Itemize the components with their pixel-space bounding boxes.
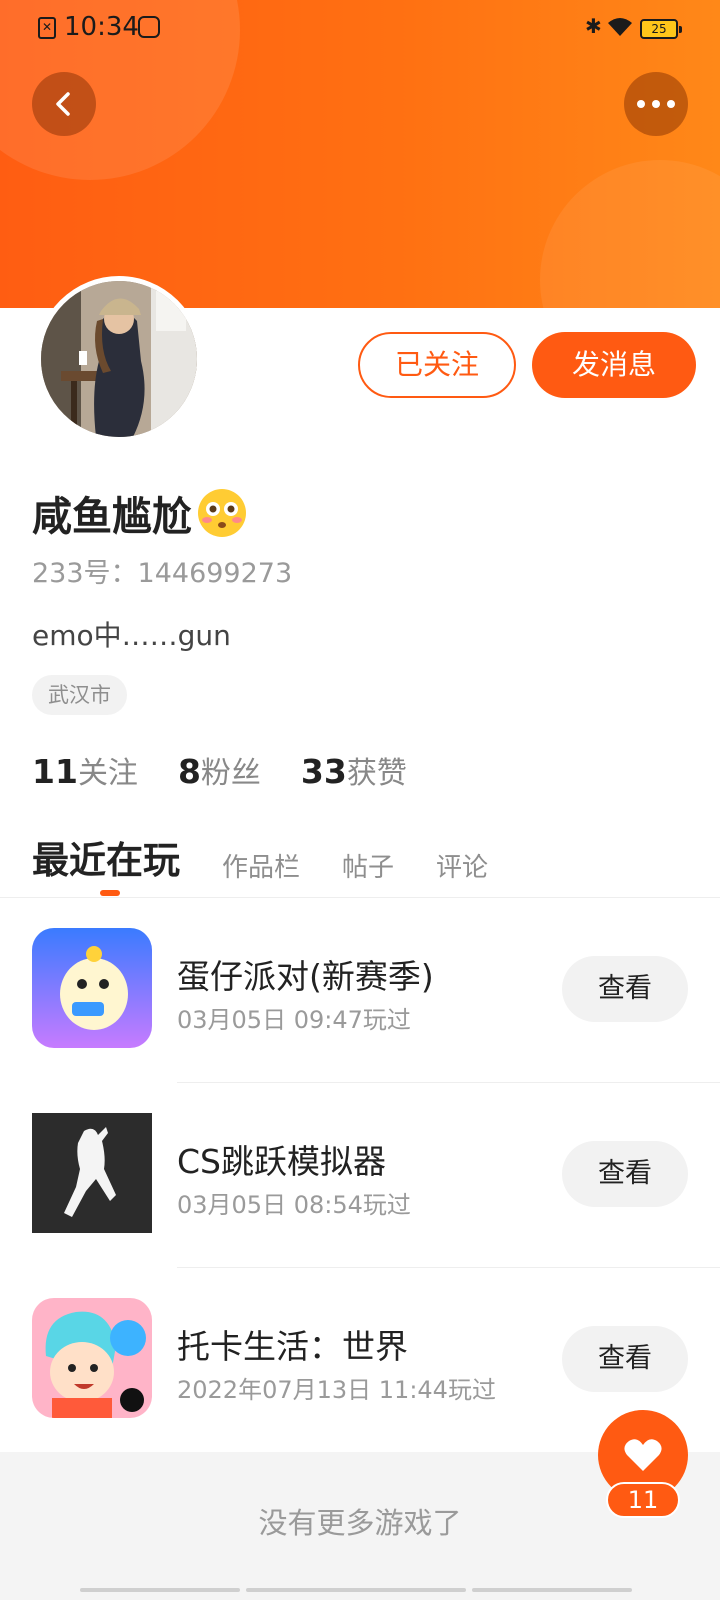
heart-icon [624, 1439, 662, 1471]
stat-number: 33 [300, 752, 347, 791]
user-id: 233号：144699273 [32, 558, 293, 589]
user-name: 咸鱼尴尬 [32, 484, 248, 542]
stat-label: 关注 [77, 756, 138, 791]
active-tab-indicator [100, 890, 120, 896]
eggy-party-icon [32, 928, 152, 1048]
avatar[interactable] [36, 276, 202, 442]
header-decoration [540, 160, 720, 308]
more-dots-icon [637, 100, 675, 108]
game-played-time: 03月05日 08:54玩过 [177, 1191, 411, 1219]
view-button[interactable]: 查看 [562, 956, 688, 1022]
status-bar: ✕ 10:34 ✱ 25 [0, 0, 720, 56]
cs-jump-icon [32, 1113, 152, 1233]
profile-tabs: 最近在玩 作品栏 帖子 评论 [32, 830, 530, 884]
location-badge: 武汉市 [32, 675, 127, 715]
stat-likes[interactable]: 33获赞 [301, 748, 407, 792]
game-list-item[interactable]: 蛋仔派对(新赛季) 03月05日 09:47玩过 查看 [0, 928, 720, 1112]
game-title: 蛋仔派对(新赛季) [177, 957, 434, 996]
divider [177, 1267, 720, 1268]
wifi-icon [608, 18, 632, 36]
tab-works[interactable]: 作品栏 [222, 847, 300, 884]
stat-number: 11 [32, 752, 78, 791]
tab-posts[interactable]: 帖子 [342, 847, 394, 884]
toca-life-icon [32, 1298, 152, 1418]
game-played-time: 2022年07月13日 11:44玩过 [177, 1376, 496, 1404]
stat-label: 获赞 [346, 756, 407, 791]
more-button[interactable] [624, 72, 688, 136]
flushed-face-icon [198, 489, 246, 537]
battery-icon: 25 [640, 19, 682, 39]
battery-level: 25 [651, 22, 667, 36]
bluetooth-icon: ✱ [585, 14, 602, 38]
status-time: 10:34 [64, 12, 139, 42]
game-title: 托卡生活：世界 [177, 1327, 408, 1366]
view-button[interactable]: 查看 [562, 1141, 688, 1207]
tab-comments[interactable]: 评论 [436, 847, 488, 884]
profile-stats: 11关注 8粉丝 33获赞 [32, 748, 447, 792]
stat-number: 8 [177, 752, 201, 791]
sim-card-icon: ✕ [38, 17, 56, 39]
game-title: CS跳跃模拟器 [177, 1142, 386, 1181]
send-message-button[interactable]: 发消息 [532, 332, 696, 398]
app-notification-icon [138, 16, 160, 38]
stat-fans[interactable]: 8粉丝 [178, 748, 261, 792]
gesture-navigation-bar [80, 1588, 632, 1592]
avatar-image [41, 281, 197, 437]
stat-label: 粉丝 [200, 756, 261, 791]
user-bio: emo中……gun [32, 619, 231, 652]
like-count-badge: 11 [606, 1482, 680, 1518]
stat-following[interactable]: 11关注 [32, 748, 138, 792]
user-name-text: 咸鱼尴尬 [32, 494, 192, 540]
chevron-left-icon [56, 92, 70, 116]
tab-recently-played[interactable]: 最近在玩 [32, 830, 180, 884]
back-button[interactable] [32, 72, 96, 136]
followed-button[interactable]: 已关注 [358, 332, 516, 398]
game-played-time: 03月05日 09:47玩过 [177, 1006, 411, 1034]
view-button[interactable]: 查看 [562, 1326, 688, 1392]
divider [0, 897, 720, 898]
divider [177, 1082, 720, 1083]
game-list-item[interactable]: CS跳跃模拟器 03月05日 08:54玩过 查看 [0, 1113, 720, 1297]
